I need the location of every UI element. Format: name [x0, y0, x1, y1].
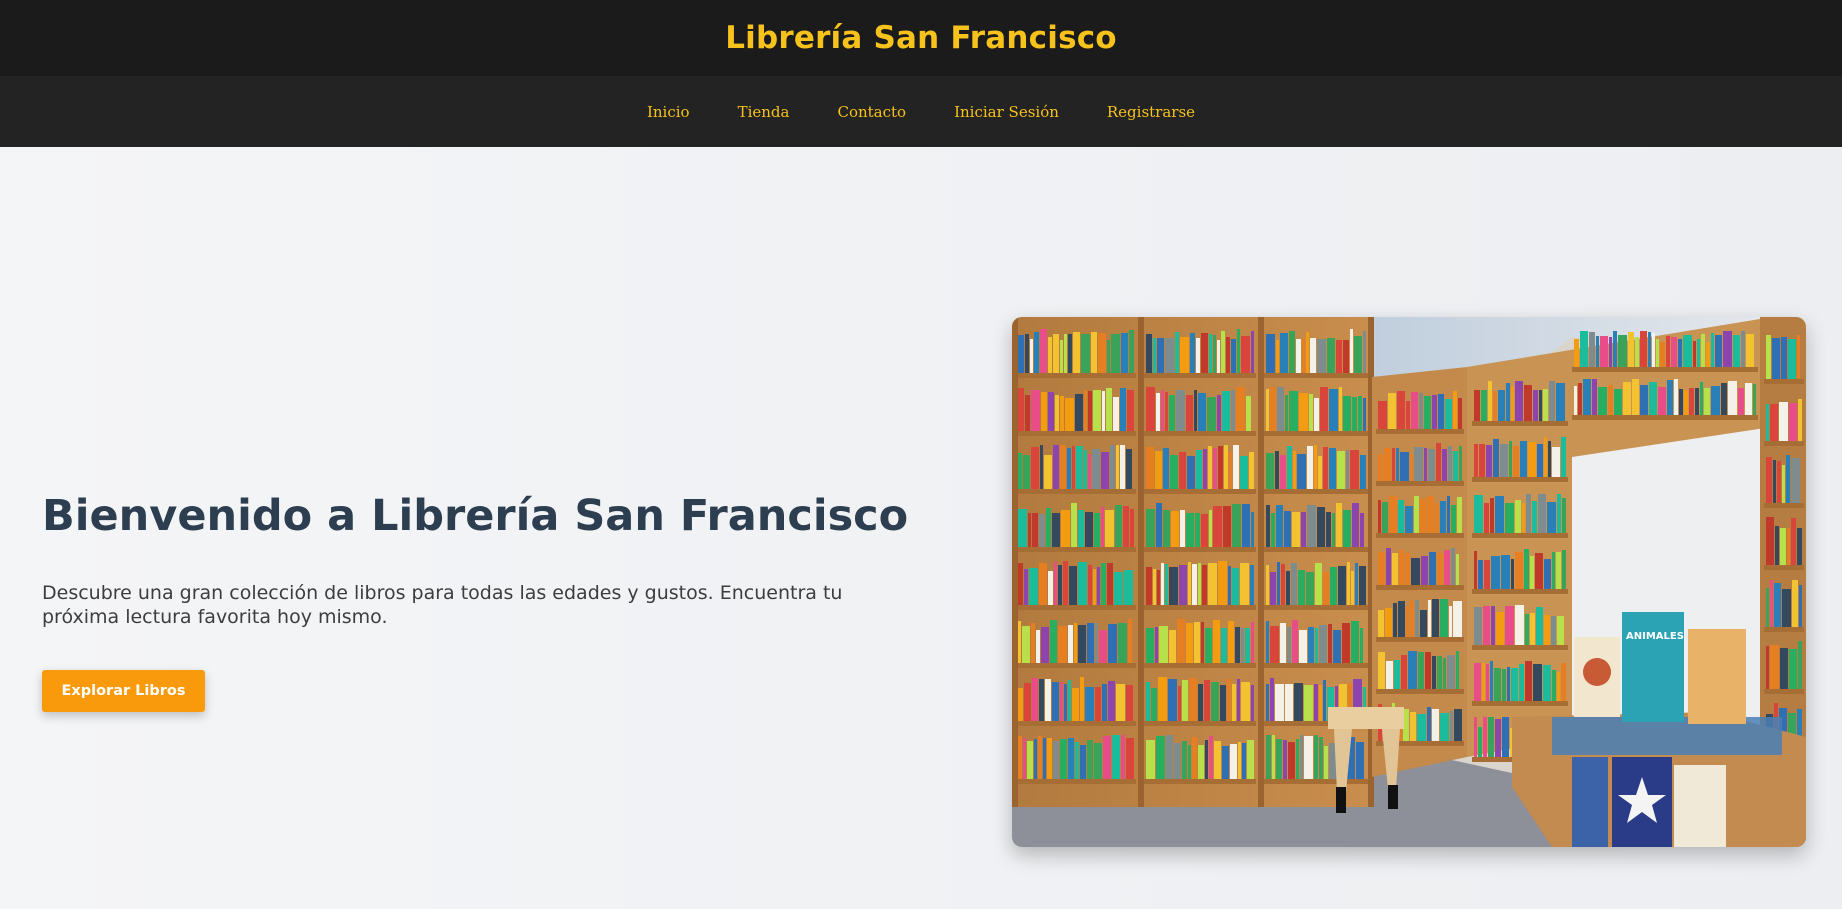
nav-list: Inicio Tienda Contacto Iniciar Sesión Re… [623, 102, 1219, 121]
hero-title: Bienvenido a Librería San Francisco [42, 491, 909, 541]
nav-item-inicio[interactable]: Inicio [647, 103, 690, 121]
main-nav: Inicio Tienda Contacto Iniciar Sesión Re… [0, 76, 1842, 147]
nav-item-iniciar-sesion[interactable]: Iniciar Sesión [954, 103, 1059, 121]
hero-section: Bienvenido a Librería San Francisco Desc… [0, 147, 1842, 909]
book-cover-animales [1622, 612, 1684, 722]
site-header: Librería San Francisco [0, 0, 1842, 76]
hero-description: Descubre una gran colección de libros pa… [42, 581, 843, 629]
nav-item-registrarse[interactable]: Registrarse [1107, 103, 1195, 121]
nav-item-contacto[interactable]: Contacto [837, 103, 906, 121]
explore-books-button[interactable]: Explorar Libros [42, 669, 205, 712]
book-cover-animales-title: ANIMALES [1626, 631, 1684, 642]
nav-item-tienda[interactable]: Tienda [738, 103, 790, 121]
hero-text: Bienvenido a Librería San Francisco Desc… [42, 491, 922, 712]
bookstore-illustration: ANIMALES [1012, 317, 1806, 847]
bookstore-image: ANIMALES [1012, 317, 1806, 847]
site-title: Librería San Francisco [725, 20, 1117, 56]
